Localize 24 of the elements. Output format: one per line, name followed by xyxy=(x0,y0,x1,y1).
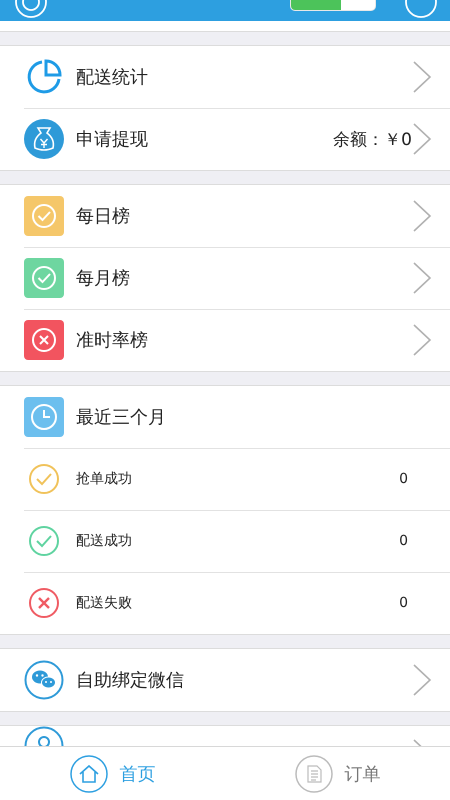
menu-label: 准时率榜 xyxy=(76,329,149,352)
menu-label: 抢单成功 xyxy=(76,470,133,488)
menu-label: 每日榜 xyxy=(76,205,131,228)
menu-label: 每月榜 xyxy=(76,267,131,290)
menu-label: 最近三个月 xyxy=(76,406,167,429)
chevron-icon[interactable] xyxy=(412,60,432,94)
menu-label: 配送成功 xyxy=(76,532,133,550)
chevron-icon[interactable] xyxy=(412,663,432,697)
nav-tab[interactable]: 订单 xyxy=(225,747,450,800)
document-icon xyxy=(294,754,332,792)
chevron-icon[interactable] xyxy=(412,122,432,156)
count-text: 0 xyxy=(399,595,408,611)
menu-label: 自助绑定微信 xyxy=(76,669,185,692)
nav-tab[interactable]: 首页 xyxy=(0,747,225,800)
count-text: 0 xyxy=(399,471,408,487)
chevron-icon[interactable] xyxy=(412,323,432,357)
home-icon xyxy=(70,754,108,792)
balance-text: 余额：￥0 xyxy=(333,128,412,150)
chevron-icon[interactable] xyxy=(412,261,432,295)
menu-label: 配送统计 xyxy=(76,66,149,89)
menu-label: 申请提现 xyxy=(76,128,149,151)
chevron-icon[interactable] xyxy=(412,199,432,233)
menu-label: 配送失败 xyxy=(76,594,133,612)
count-text: 0 xyxy=(399,533,408,549)
